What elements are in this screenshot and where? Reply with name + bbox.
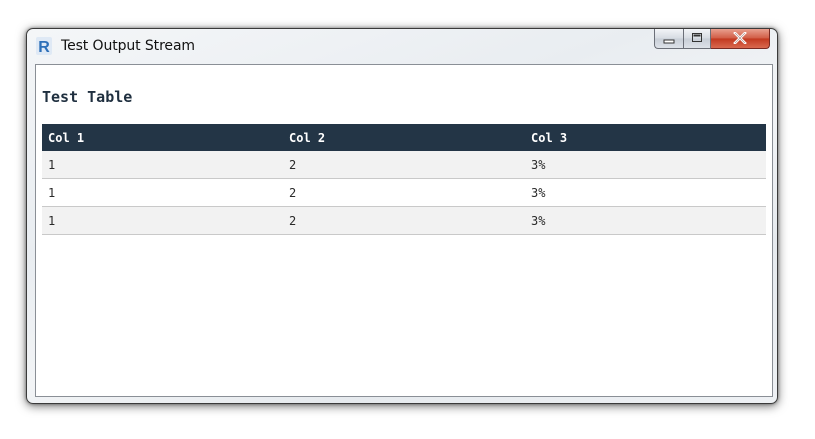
table-cell: 1 [42,178,283,207]
column-header: Col 1 [42,124,283,151]
data-table: Col 1 Col 2 Col 3 1 2 3% 1 2 3% 1 2 3% [42,124,766,235]
table-cell: 3% [525,178,766,207]
table-cell: 2 [283,151,525,179]
close-button[interactable] [711,29,770,49]
column-header: Col 3 [525,124,766,151]
svg-text:R: R [38,39,50,55]
table-row: 1 2 3% [42,151,766,179]
title-bar[interactable]: R Test Output Stream [27,29,777,63]
caption-buttons [654,29,770,51]
close-icon [732,29,748,48]
maximize-button[interactable] [683,29,711,49]
minimize-button[interactable] [654,29,683,49]
output-window: R Test Output Stream Test Table Col 1 Co… [26,28,778,404]
minimize-icon [662,29,676,48]
column-header: Col 2 [283,124,525,151]
table-cell: 2 [283,178,525,207]
table-cell: 2 [283,206,525,235]
table-row: 1 2 3% [42,206,766,235]
report-title: Test Table [42,88,133,106]
table-header-row: Col 1 Col 2 Col 3 [42,124,766,151]
window-title: Test Output Stream [61,38,195,54]
table-cell: 3% [525,206,766,235]
maximize-icon [690,29,704,48]
table-cell: 1 [42,151,283,179]
output-content[interactable]: Test Table Col 1 Col 2 Col 3 1 2 3% 1 2 … [35,64,773,397]
revit-r-icon[interactable]: R [36,37,52,55]
table-cell: 1 [42,206,283,235]
table-row: 1 2 3% [42,178,766,207]
table-cell: 3% [525,151,766,179]
page: R Test Output Stream Test Table Col 1 Co… [0,0,815,439]
